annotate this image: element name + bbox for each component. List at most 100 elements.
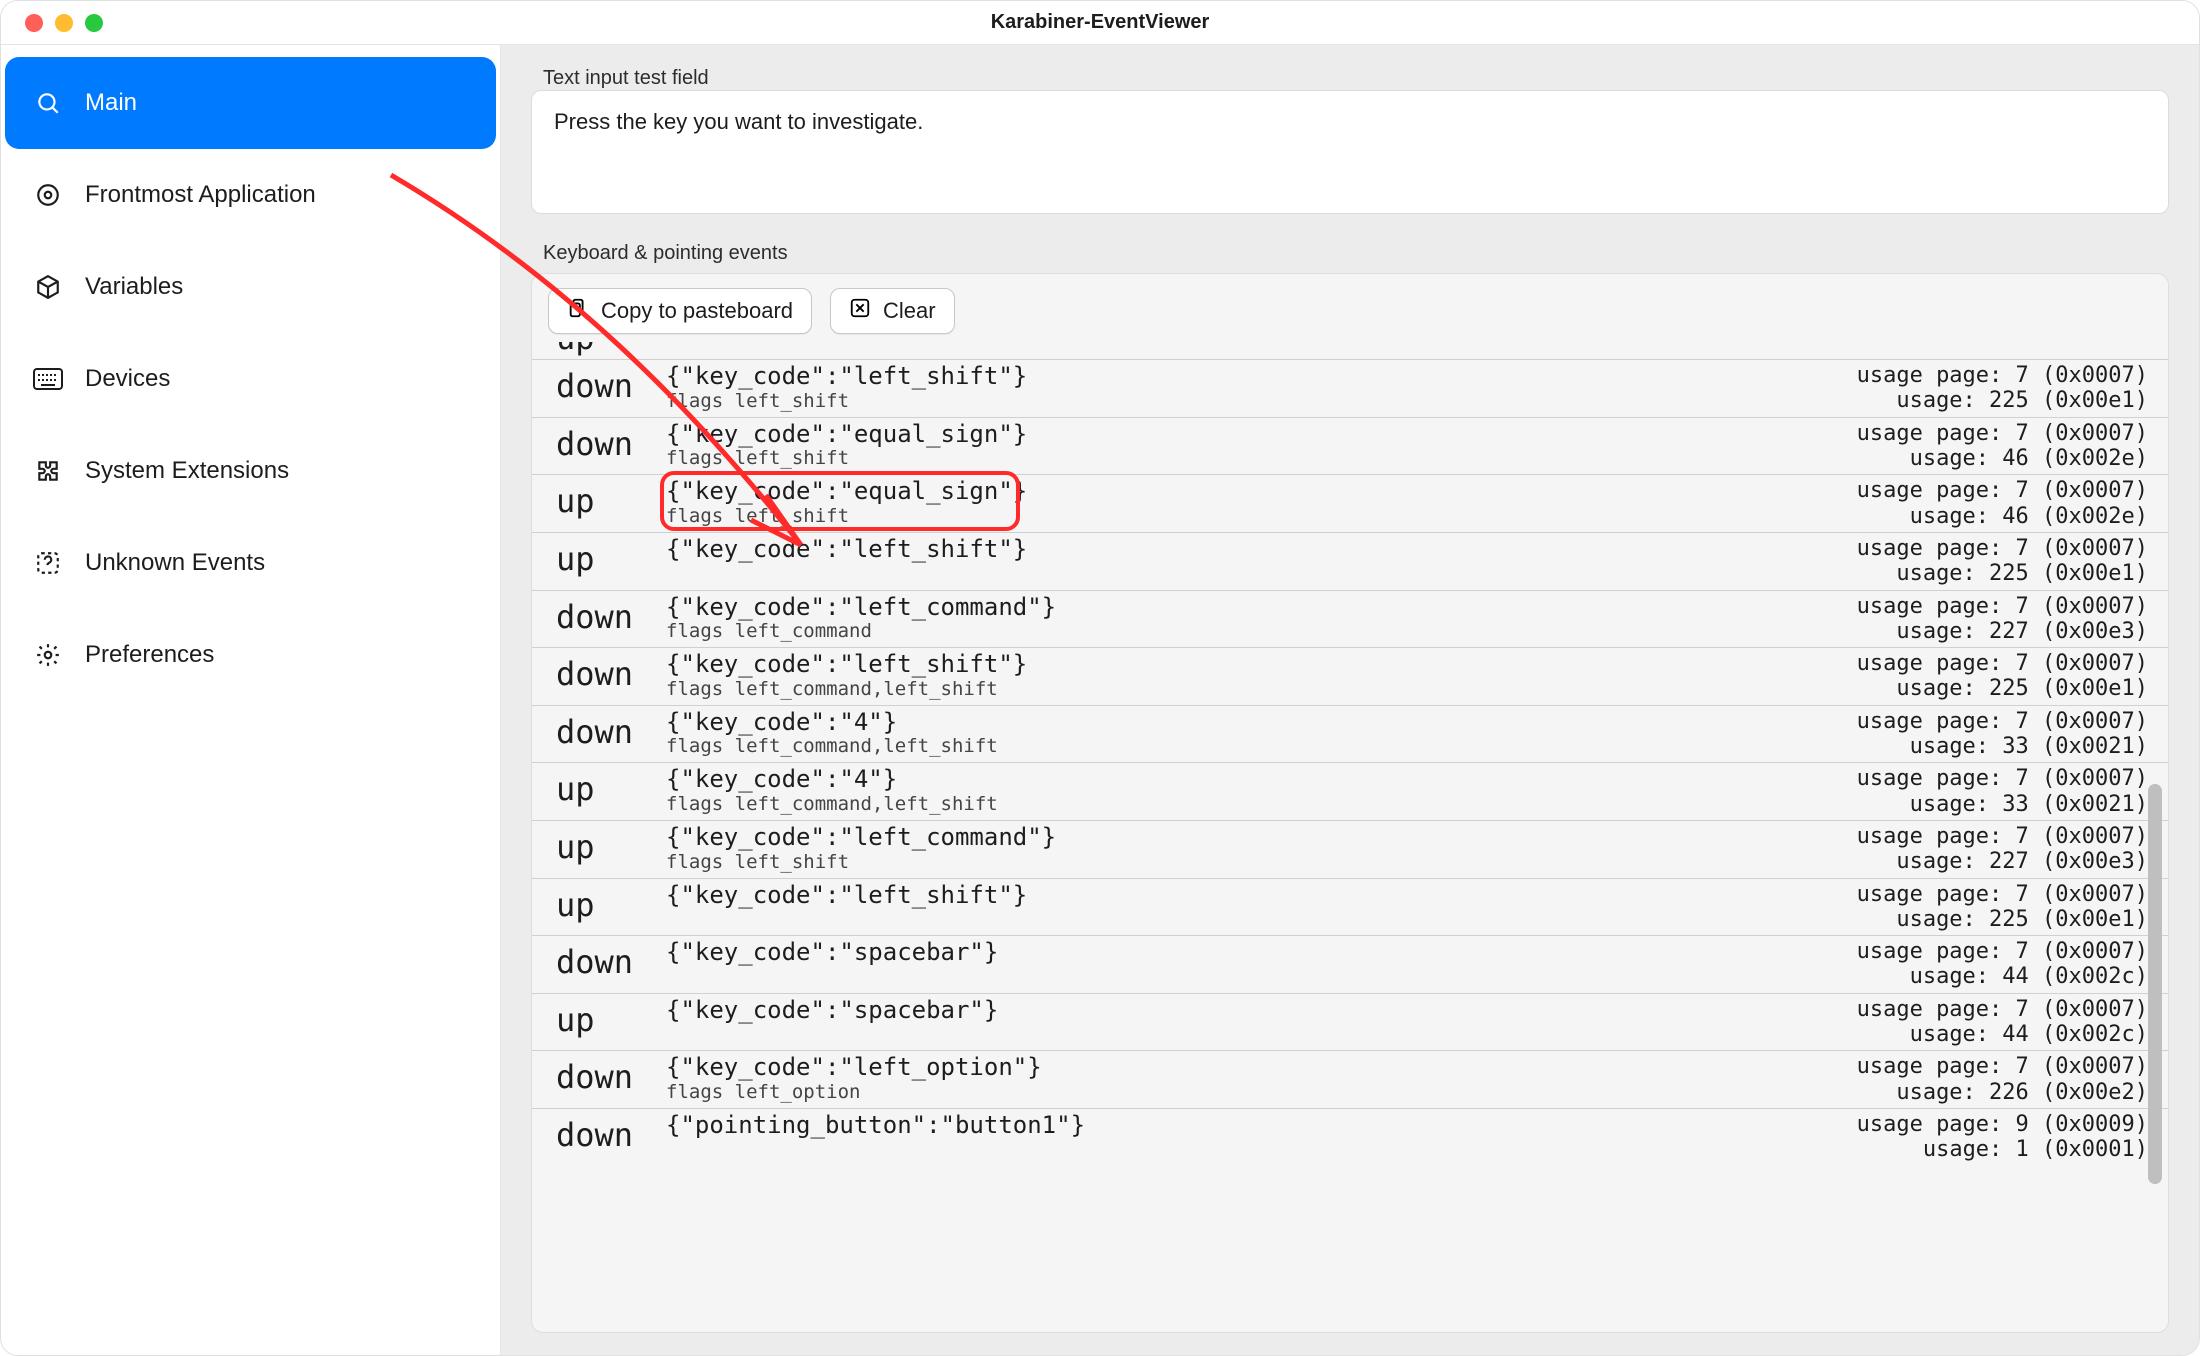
sidebar-item-frontmost-application[interactable]: Frontmost Application — [5, 149, 496, 241]
sidebar-item-unknown-events[interactable]: Unknown Events — [5, 517, 496, 609]
clear-button[interactable]: Clear — [830, 288, 955, 334]
sidebar-item-system-extensions[interactable]: System Extensions — [5, 425, 496, 517]
main-content: Text input test field Press the key you … — [501, 45, 2199, 1355]
event-usage: usage: 46 (0x002e) — [1857, 504, 2148, 529]
event-row: down {"key_code":"equal_sign"}flags left_… — [532, 418, 2168, 476]
event-usage-page: usage page: 7 (0x0007) — [1857, 536, 2148, 561]
event-usage-page: usage page: 7 (0x0007) — [1857, 363, 2148, 388]
sidebar-item-label: Preferences — [85, 641, 214, 669]
event-code: {"key_code":"left_option"} — [666, 1054, 1857, 1082]
target-icon — [33, 182, 63, 208]
event-usage: usage: 33 (0x0021) — [1857, 792, 2148, 817]
events-card: Copy to pasteboard Clear — [531, 273, 2169, 1333]
event-usage: usage: 225 (0x00e1) — [1857, 561, 2148, 586]
event-type: down — [532, 709, 658, 750]
event-code: {"key_code":"left_command"} — [666, 594, 1857, 622]
event-type: down — [532, 421, 658, 462]
event-type: down — [532, 363, 658, 404]
event-usage-page: usage page: 7 (0x0007) — [1857, 421, 2148, 446]
event-usage: usage: 225 (0x00e1) — [1857, 907, 2148, 932]
event-code: {"key_code":"spacebar"} — [666, 997, 1857, 1025]
event-type: down — [532, 594, 658, 635]
cube-icon — [33, 274, 63, 300]
question-icon — [33, 550, 63, 576]
sidebar-item-variables[interactable]: Variables — [5, 241, 496, 333]
event-type: up — [532, 824, 658, 865]
event-usage-page: usage page: 9 (0x0009) — [1857, 1112, 2148, 1137]
event-type: down — [532, 1112, 658, 1153]
sidebar-item-label: System Extensions — [85, 457, 289, 485]
event-type: up — [532, 882, 658, 923]
event-list[interactable]: upusage: 42 (0x002a)down{"key_code":"lef… — [532, 342, 2168, 1172]
event-row: up{"key_code":"left_shift"}usage page: 7… — [532, 533, 2168, 591]
event-code: {"key_code":"left_shift"} — [666, 536, 1857, 564]
x-square-icon — [849, 297, 871, 325]
event-usage: usage: 225 (0x00e1) — [1857, 676, 2148, 701]
app-window: Karabiner-EventViewer Main Frontmost Appl… — [0, 0, 2200, 1356]
event-usage: usage: 44 (0x002c) — [1857, 1022, 2148, 1047]
events-label: Keyboard & pointing events — [531, 242, 2169, 265]
window-title: Karabiner-EventViewer — [1, 11, 2199, 34]
sidebar-item-label: Variables — [85, 273, 183, 301]
event-row: down{"key_code":"left_command"}flags lef… — [532, 591, 2168, 649]
puzzle-icon — [33, 458, 63, 484]
event-row: up {"key_code":"4"}flags left_command,lef… — [532, 763, 2168, 821]
event-usage: usage: 1 (0x0001) — [1857, 1137, 2148, 1162]
sidebar-item-label: Devices — [85, 365, 170, 393]
event-type: down — [532, 939, 658, 980]
event-row: down {"key_code":"spacebar"}usage page: 7… — [532, 936, 2168, 994]
annotation-highlight — [660, 471, 1020, 531]
event-usage: usage: 44 (0x002c) — [1857, 964, 2148, 989]
sidebar-item-label: Unknown Events — [85, 549, 265, 577]
event-usage-page: usage page: 7 (0x0007) — [1857, 939, 2148, 964]
text-input-field[interactable]: Press the key you want to investigate. — [531, 90, 2169, 214]
event-code: {"key_code":"left_command"} — [666, 824, 1857, 852]
event-usage-page: usage page: 7 (0x0007) — [1857, 997, 2148, 1022]
event-usage: usage: 46 (0x002e) — [1857, 446, 2148, 471]
event-type: up — [532, 997, 658, 1038]
event-row: down{"key_code":"left_shift"}flags left_… — [532, 648, 2168, 706]
scrollbar[interactable] — [2148, 784, 2162, 1184]
copy-button[interactable]: Copy to pasteboard — [548, 288, 812, 334]
sidebar: Main Frontmost Application Variables Device… — [1, 45, 501, 1355]
event-usage-page: usage page: 7 (0x0007) — [1857, 766, 2148, 791]
event-code: {"key_code":"4"} — [666, 766, 1857, 794]
event-code: {"key_code":"equal_sign"} — [666, 421, 1857, 449]
event-row: down{"key_code":"left_shift"}flags left_… — [532, 360, 2168, 418]
event-type: up — [532, 766, 658, 807]
sidebar-item-preferences[interactable]: Preferences — [5, 609, 496, 701]
event-usage: usage: 33 (0x0021) — [1857, 734, 2148, 759]
event-usage-page: usage page: 7 (0x0007) — [1857, 882, 2148, 907]
sidebar-item-devices[interactable]: Devices — [5, 333, 496, 425]
event-flags: flags left_shift — [666, 448, 1857, 469]
clear-button-label: Clear — [883, 298, 936, 324]
event-type: up — [532, 342, 658, 356]
event-flags: flags left_command,left_shift — [666, 794, 1857, 815]
event-code: {"key_code":"spacebar"} — [666, 939, 1857, 967]
events-toolbar: Copy to pasteboard Clear — [532, 274, 2168, 342]
event-usage: usage: 225 (0x00e1) — [1857, 388, 2148, 413]
search-icon — [33, 90, 63, 116]
sidebar-item-label: Frontmost Application — [85, 181, 316, 209]
event-usage-page: usage page: 7 (0x0007) — [1857, 478, 2148, 503]
event-code: {"key_code":"4"} — [666, 709, 1857, 737]
event-row: up{"key_code":"left_shift"}usage page: 7… — [532, 879, 2168, 937]
event-flags: flags left_shift — [666, 852, 1857, 873]
event-code: {"pointing_button":"button1"} — [666, 1112, 1857, 1140]
event-row: down {"pointing_button":"button1"}usage p… — [532, 1109, 2168, 1166]
gear-icon — [33, 642, 63, 668]
event-row: up {"key_code":"spacebar"}usage page: 7 (… — [532, 994, 2168, 1052]
event-type: up — [532, 478, 658, 519]
text-input-label: Text input test field — [531, 67, 2169, 90]
event-flags: flags left_shift — [666, 391, 1857, 412]
sidebar-item-main[interactable]: Main — [5, 57, 496, 149]
event-type: down — [532, 1054, 658, 1095]
event-type: down — [532, 651, 658, 692]
keyboard-icon — [33, 368, 63, 390]
copy-button-label: Copy to pasteboard — [601, 298, 793, 324]
event-row: down{"key_code":"left_option"}flags left… — [532, 1051, 2168, 1109]
event-usage-page: usage page: 7 (0x0007) — [1857, 594, 2148, 619]
event-usage-page: usage page: 7 (0x0007) — [1857, 651, 2148, 676]
event-flags: flags left_command,left_shift — [666, 736, 1857, 757]
clipboard-icon — [567, 297, 589, 325]
